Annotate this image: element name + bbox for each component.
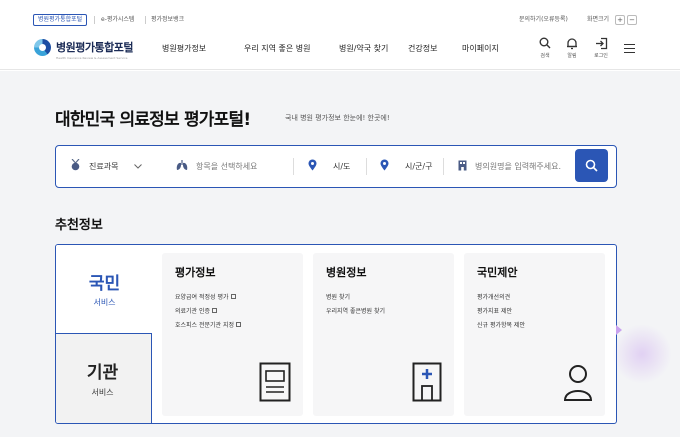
login-tool-label: 로그인: [594, 53, 608, 59]
site-logo[interactable]: 병원평가통합포털 Health Insurance Review & Asses…: [34, 37, 133, 60]
menu-icon[interactable]: [624, 44, 635, 53]
dept-select-label: 진료과목: [89, 161, 119, 171]
logo-subtext: Health Insurance Review & Assessment Ser…: [56, 56, 128, 60]
search-icon: [534, 36, 556, 50]
bell-icon: [561, 36, 583, 50]
hero-section: 대한민국 의료정보 평가포털! 국내 병원 평가정보 한눈에! 한곳에! 진료과…: [0, 71, 680, 437]
medal-icon: [70, 158, 81, 173]
divider: [366, 158, 367, 175]
external-link-icon: [212, 308, 218, 313]
search-tool[interactable]: 검색: [534, 36, 556, 59]
lungs-icon: [176, 159, 188, 173]
inquiry-link[interactable]: 문의하기(오류등록): [519, 14, 568, 26]
tab-public-service[interactable]: 국민 서비스: [56, 245, 153, 333]
tab-institution-service[interactable]: 기관 서비스: [56, 333, 152, 423]
alarm-tool-label: 알림: [567, 53, 577, 59]
search-submit-button[interactable]: [575, 149, 608, 182]
zoom-label: 화면크기: [587, 16, 610, 23]
zoom-out-button[interactable]: −: [627, 15, 637, 25]
search-tool-label: 검색: [540, 53, 550, 59]
tab-portal[interactable]: 병원평가통합포털: [33, 14, 88, 26]
person-icon: [563, 364, 593, 406]
hospital-icon: [412, 362, 442, 406]
hospital-name-input[interactable]: 병의원명을 입력해주세요.: [458, 146, 561, 186]
nav-find-hospital[interactable]: 병원/약국 찾기: [339, 43, 388, 54]
card-link[interactable]: 병원 찾기: [326, 291, 385, 305]
nav-mypage[interactable]: 마이페이지: [462, 43, 499, 54]
card-link[interactable]: 요양급여 적정성 평가: [175, 291, 241, 305]
nav-eval-info[interactable]: 병원평가정보: [162, 43, 206, 54]
card-link[interactable]: 의료기관 인증: [175, 305, 241, 319]
logo-mark-icon: [34, 38, 51, 56]
site-header: 병원평가통합포털 Health Insurance Review & Asses…: [0, 30, 680, 70]
district-select-label: 시/군/구: [405, 161, 433, 171]
location-pin-icon: [380, 159, 389, 173]
card-public-proposal[interactable]: 국민제안 평가개선의견 평가지표 제안 신규 평가항목 제안: [464, 253, 605, 416]
card-link[interactable]: 평가개선의견: [477, 291, 525, 305]
item-select-placeholder: 항목을 선택하세요: [196, 161, 258, 171]
decoration-triangle: [616, 325, 622, 335]
tab-public-service-title: 국민: [88, 274, 121, 294]
search-bar: 진료과목 항목을 선택하세요 시/도 시/군/구 병의원명을 입력해주세요.: [55, 145, 617, 188]
location-pin-icon: [308, 159, 317, 173]
item-select[interactable]: 항목을 선택하세요: [176, 146, 257, 186]
search-icon: [585, 159, 598, 172]
card-link[interactable]: 신규 평가항목 제안: [477, 319, 525, 333]
alarm-tool[interactable]: 알림: [561, 36, 583, 59]
card-link-list: 평가개선의견 평가지표 제안 신규 평가항목 제안: [477, 291, 525, 333]
hero-subtitle: 국내 병원 평가정보 한눈에! 한곳에!: [285, 114, 390, 122]
external-link-icon: [230, 294, 236, 299]
card-link[interactable]: 우리지역 좋은병원 찾기: [326, 305, 385, 319]
external-link-icon: [236, 322, 242, 327]
city-select-label: 시/도: [333, 161, 351, 171]
tab-public-service-sub: 서비스: [93, 298, 116, 307]
nav-health-info[interactable]: 건강정보: [408, 43, 437, 54]
tab-institution-service-sub: 서비스: [91, 388, 114, 397]
hero-title: 대한민국 의료정보 평가포털!: [55, 110, 251, 130]
dept-select[interactable]: 진료과목: [70, 146, 143, 186]
card-title: 국민제안: [477, 266, 518, 279]
district-select[interactable]: 시/군/구: [380, 146, 432, 186]
document-icon: [259, 362, 291, 406]
card-eval-info[interactable]: 평가정보 요양급여 적정성 평가 의료기관 인증 호스피스 전문기관 지정: [162, 253, 303, 416]
zoom-in-button[interactable]: +: [615, 15, 625, 25]
tab-institution-service-title: 기관: [86, 363, 119, 383]
card-link[interactable]: 호스피스 전문기관 지정: [175, 319, 242, 333]
divider: [443, 158, 444, 175]
login-icon: [590, 36, 612, 50]
recommend-panel: 국민 서비스 기관 서비스 평가정보 요양급여 적정성 평가 의료기관 인증 호…: [55, 244, 617, 424]
tab-eval-bank[interactable]: 평가정보뱅크: [151, 14, 184, 26]
city-select[interactable]: 시/도: [308, 146, 350, 186]
card-link[interactable]: 평가지표 제안: [477, 305, 525, 319]
card-link-list: 요양급여 적정성 평가 의료기관 인증 호스피스 전문기관 지정: [175, 291, 242, 333]
divider: [145, 16, 146, 24]
card-hospital-info[interactable]: 병원정보 병원 찾기 우리지역 좋은병원 찾기: [313, 253, 454, 416]
tab-eval-system[interactable]: e-평가시스템: [101, 14, 134, 26]
card-link-list: 병원 찾기 우리지역 좋은병원 찾기: [326, 291, 385, 319]
card-title: 평가정보: [175, 266, 216, 279]
card-title: 병원정보: [326, 266, 367, 279]
divider: [293, 158, 294, 175]
chevron-down-icon: [134, 162, 143, 171]
login-tool[interactable]: 로그인: [590, 36, 612, 59]
logo-text: 병원평가통합포털: [56, 41, 133, 54]
recommend-title: 추천정보: [55, 218, 103, 233]
nav-local-hospital[interactable]: 우리 지역 좋은 병원: [244, 43, 311, 54]
building-icon: [458, 160, 467, 173]
hospital-name-placeholder: 병의원명을 입력해주세요.: [475, 161, 562, 171]
divider: [94, 16, 95, 24]
